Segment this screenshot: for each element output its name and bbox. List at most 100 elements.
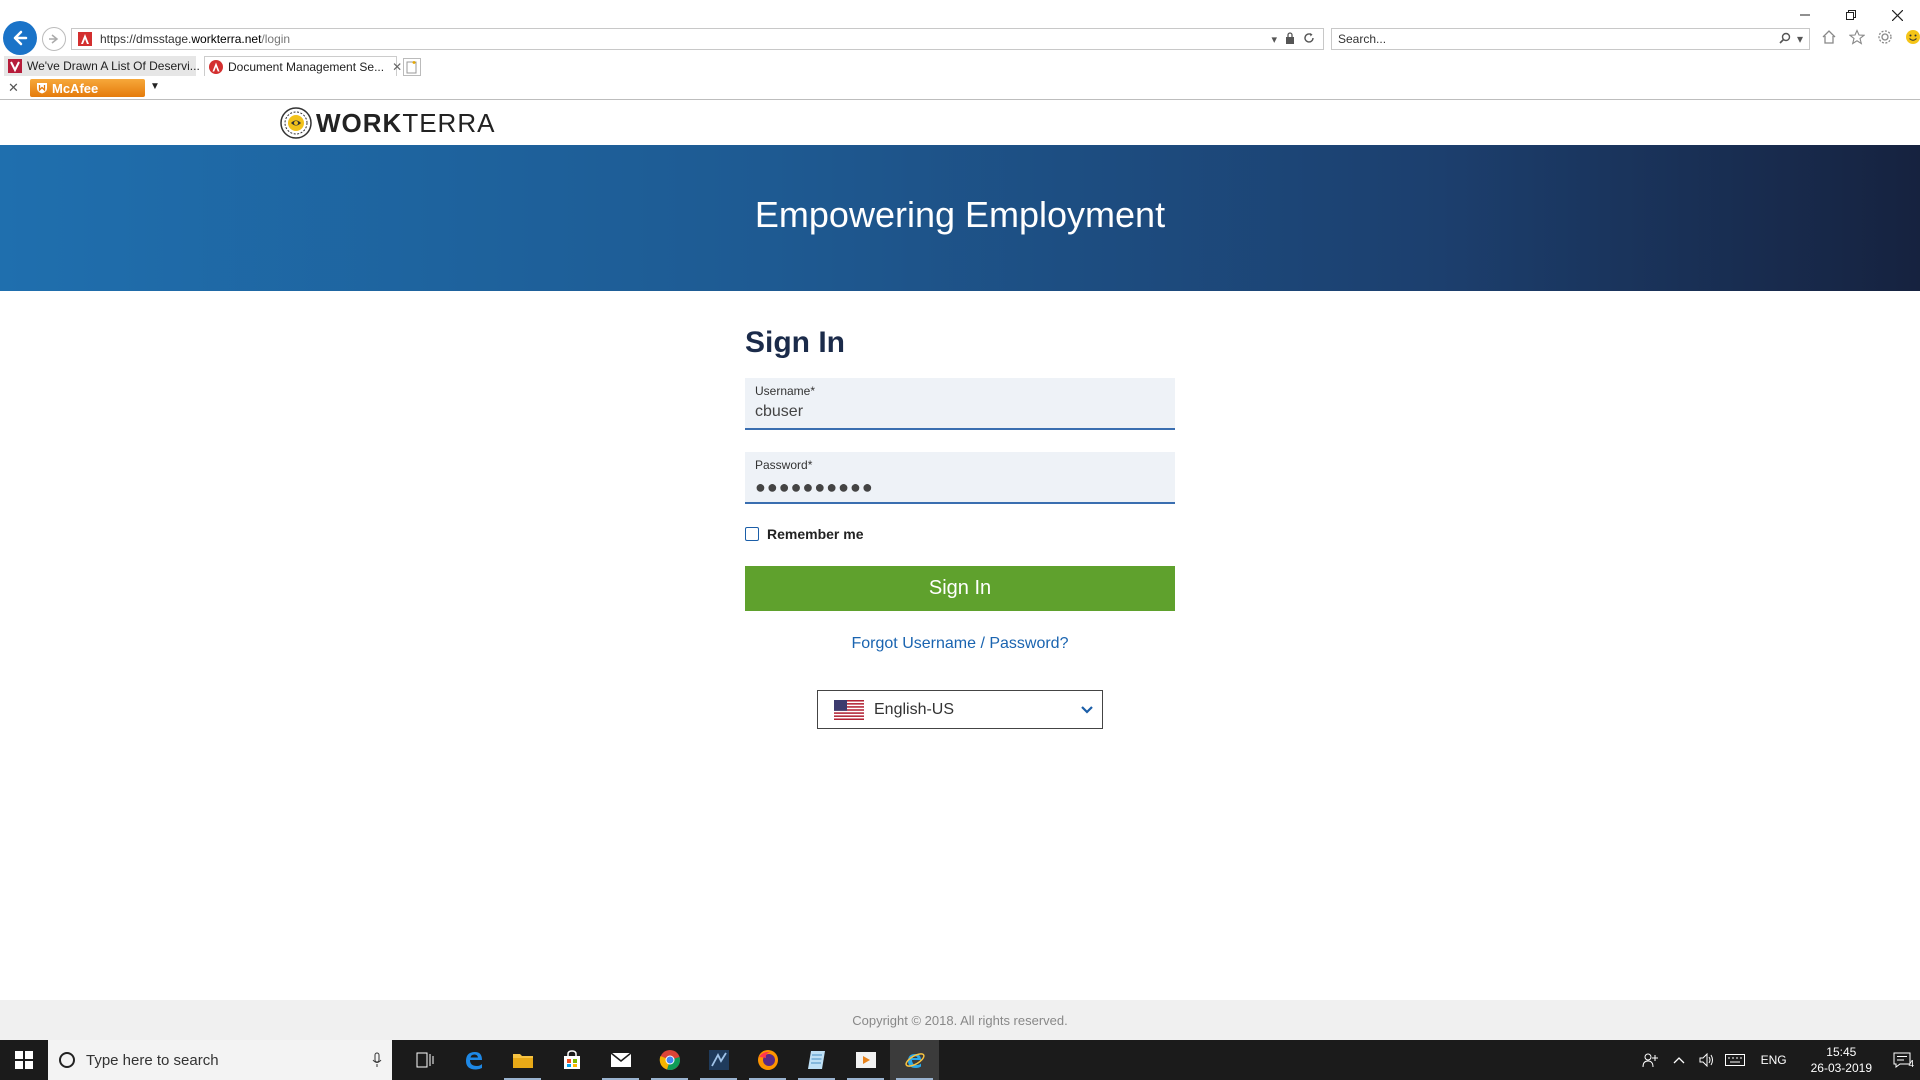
address-bar[interactable]: https://dmsstage.workterra.net/login ▾ <box>71 28 1324 50</box>
close-icon <box>1891 9 1903 21</box>
browser-nav-row: https://dmsstage.workterra.net/login ▾ S… <box>0 0 1920 56</box>
restore-button[interactable] <box>1828 4 1874 26</box>
address-dropdown-icon[interactable]: ▾ <box>1271 33 1277 46</box>
tab-favicon-icon <box>8 59 22 73</box>
start-button[interactable] <box>0 1040 48 1080</box>
language-label: English-US <box>874 700 955 718</box>
password-input[interactable]: ●●●●●●●●●● <box>755 477 1165 498</box>
media-player-icon <box>855 1052 876 1068</box>
windows-taskbar: Type here to search ENG 15:45 26-03-2019… <box>0 1040 1920 1080</box>
search-dropdown-icon[interactable]: ▾ <box>1797 32 1803 47</box>
clock-time: 15:45 <box>1826 1045 1857 1059</box>
remember-me-checkbox[interactable] <box>745 527 759 541</box>
windows-logo-icon <box>15 1051 33 1069</box>
folder-icon <box>512 1054 533 1068</box>
mail-envelope-icon <box>610 1052 631 1067</box>
workterra-logo-icon <box>280 107 312 139</box>
signin-form: Sign In Username* Password* ●●●●●●●●●● R… <box>745 326 1175 729</box>
chevron-down-icon[interactable] <box>1072 700 1102 720</box>
forward-button[interactable] <box>42 27 66 51</box>
username-label: Username* <box>755 384 816 398</box>
address-url[interactable]: https://dmsstage.workterra.net/login <box>100 32 1271 46</box>
logo-text-bold: WORK <box>316 107 403 138</box>
mcafee-button[interactable]: McAfee <box>30 79 145 97</box>
username-field[interactable]: Username* <box>745 378 1175 430</box>
clock[interactable]: 15:45 26-03-2019 <box>1799 1044 1884 1076</box>
media-app[interactable] <box>841 1040 890 1080</box>
home-icon[interactable] <box>1820 28 1838 46</box>
forgot-credentials-link[interactable]: Forgot Username / Password? <box>745 635 1175 653</box>
language-select[interactable]: English-US <box>817 690 1103 729</box>
toolbar-close-icon[interactable]: ✕ <box>8 80 19 96</box>
workterra-logo[interactable]: WORKTERRA <box>280 107 495 139</box>
task-view-button[interactable] <box>400 1040 449 1080</box>
input-language[interactable]: ENG <box>1749 1053 1799 1067</box>
firefox-app[interactable] <box>743 1040 792 1080</box>
copyright-text: Copyright © 2018. All rights reserved. <box>852 1012 1068 1028</box>
lock-icon[interactable] <box>1285 31 1295 47</box>
store-bag-icon <box>563 1050 580 1069</box>
chrome-icon <box>659 1050 680 1070</box>
minimize-button[interactable] <box>1782 4 1828 26</box>
notepad-app[interactable] <box>792 1040 841 1080</box>
mail-app[interactable] <box>596 1040 645 1080</box>
browser-tab-2[interactable]: Document Management Se... ✕ <box>204 56 402 76</box>
mcafee-dropdown-icon[interactable]: ▼ <box>150 81 160 92</box>
browser-chrome: https://dmsstage.workterra.net/login ▾ S… <box>0 0 1920 101</box>
settings-gear-icon[interactable] <box>1876 28 1894 46</box>
restore-icon <box>1846 10 1856 20</box>
browser-search-placeholder: Search... <box>1338 32 1387 46</box>
forward-arrow-icon <box>49 34 59 44</box>
remember-me[interactable]: Remember me <box>745 526 1175 542</box>
file-explorer-app[interactable] <box>498 1040 547 1080</box>
database-tool-icon <box>708 1050 729 1070</box>
us-flag-icon <box>834 699 864 720</box>
taskbar-search-placeholder: Type here to search <box>86 1051 219 1069</box>
store-app[interactable] <box>547 1040 596 1080</box>
refresh-icon[interactable] <box>1303 32 1315 47</box>
system-tray: ENG 15:45 26-03-2019 4 <box>1637 1040 1920 1080</box>
tab-favicon-icon <box>209 59 223 74</box>
signin-title: Sign In <box>745 326 845 359</box>
minimize-icon <box>1800 14 1810 16</box>
microphone-icon[interactable] <box>362 1052 392 1068</box>
browser-search-bar[interactable]: Search... ▾ <box>1331 28 1810 50</box>
new-tab-button[interactable] <box>403 58 421 76</box>
logo-text-light: TERRA <box>402 107 496 138</box>
browser-tabs-row: We've Drawn A List Of Deservi... Documen… <box>0 56 1920 76</box>
favorites-star-icon[interactable] <box>1848 28 1866 46</box>
tab-close-icon[interactable]: ✕ <box>392 60 402 74</box>
sql-app[interactable] <box>694 1040 743 1080</box>
internet-explorer-icon <box>904 1053 925 1068</box>
search-icon[interactable] <box>1779 32 1791 47</box>
chrome-app[interactable] <box>645 1040 694 1080</box>
new-tab-icon <box>406 61 417 74</box>
remember-me-label[interactable]: Remember me <box>767 526 864 542</box>
signin-button[interactable]: Sign In <box>745 566 1175 611</box>
edge-app[interactable] <box>449 1040 498 1080</box>
task-view-icon <box>416 1052 433 1068</box>
firefox-icon <box>757 1050 778 1070</box>
cortana-circle-icon <box>59 1052 75 1068</box>
site-header: WORKTERRA <box>0 101 1920 145</box>
back-button[interactable] <box>3 21 37 55</box>
username-input[interactable] <box>755 403 1165 421</box>
taskbar-search[interactable]: Type here to search <box>48 1040 392 1080</box>
volume-icon[interactable] <box>1693 1053 1721 1067</box>
people-icon[interactable] <box>1637 1052 1665 1068</box>
smiley-feedback-icon[interactable] <box>1904 28 1920 46</box>
tab-title: Document Management Se... <box>228 59 385 74</box>
hero-banner: Empowering Employment <box>0 145 1920 291</box>
page-footer: Copyright © 2018. All rights reserved. <box>0 1000 1920 1040</box>
browser-tab-1[interactable]: We've Drawn A List Of Deservi... <box>4 56 200 76</box>
site-favicon-icon <box>78 32 92 46</box>
close-window-button[interactable] <box>1874 4 1920 26</box>
action-center-button[interactable]: 4 <box>1884 1052 1920 1070</box>
keyboard-icon[interactable] <box>1721 1054 1749 1066</box>
notification-count: 4 <box>1908 1059 1914 1070</box>
show-hidden-icons-chevron-icon[interactable] <box>1665 1056 1693 1064</box>
internet-explorer-app[interactable] <box>890 1040 939 1080</box>
mcafee-toolbar: ✕ McAfee ▼ <box>0 78 1920 100</box>
password-field[interactable]: Password* ●●●●●●●●●● <box>745 452 1175 504</box>
notepad-icon <box>807 1051 825 1069</box>
